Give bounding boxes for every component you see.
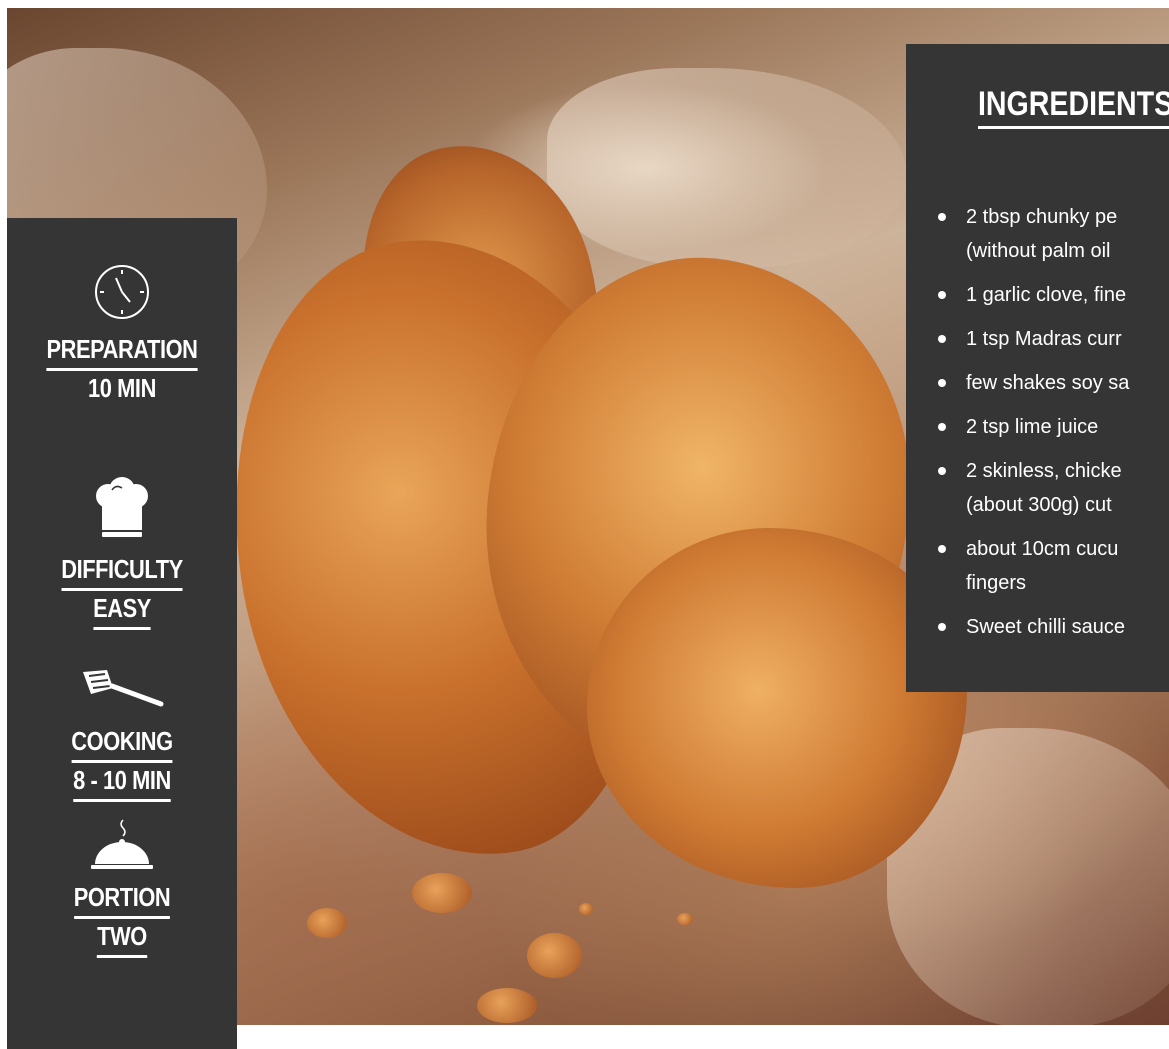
ingredient-item: about 10cm cucu fingers	[936, 532, 1169, 600]
recipe-info-panel: PREPARATION 10 MIN DIFFICULTY EASY COOKI…	[7, 218, 237, 1049]
crumb	[527, 933, 582, 978]
crumb	[579, 903, 593, 915]
paper-fold	[547, 68, 907, 268]
crumb	[677, 913, 693, 925]
preparation-value: 10 MIN	[88, 373, 156, 403]
ingredients-list: 2 tbsp chunky pe (without palm oil 1 gar…	[936, 200, 1169, 654]
cloche-icon	[91, 819, 153, 869]
ingredient-item: 2 tsp lime juice	[936, 410, 1169, 444]
chef-hat-icon	[96, 477, 148, 537]
cooking-block: COOKING 8 - 10 MIN	[7, 666, 237, 802]
ingredient-item: 1 tsp Madras curr	[936, 322, 1169, 356]
ingredients-panel: INGREDIENTS 2 tbsp chunky pe (without pa…	[906, 44, 1169, 692]
ingredient-item: 2 tbsp chunky pe (without palm oil	[936, 200, 1169, 268]
portion-block: PORTION TWO	[7, 818, 237, 958]
difficulty-value: EASY	[25, 591, 218, 630]
ingredient-item: Sweet chilli sauce	[936, 610, 1169, 644]
ingredient-item: 2 skinless, chicke (about 300g) cut	[936, 454, 1169, 522]
cooking-label: COOKING	[25, 724, 218, 763]
difficulty-block: DIFFICULTY EASY	[7, 476, 237, 630]
ingredients-title: INGREDIENTS	[978, 84, 1169, 129]
ingredient-item: 1 garlic clove, fine	[936, 278, 1169, 312]
clock-icon	[95, 265, 149, 319]
spatula-icon	[83, 670, 164, 707]
ingredient-item: few shakes soy sa	[936, 366, 1169, 400]
preparation-label: PREPARATION	[25, 332, 218, 371]
portion-value: TWO	[25, 919, 218, 958]
crumb	[477, 988, 537, 1023]
crumb	[412, 873, 472, 913]
cooking-value: 8 - 10 MIN	[25, 763, 218, 802]
crumb	[307, 908, 347, 938]
difficulty-label: DIFFICULTY	[25, 552, 218, 591]
portion-label: PORTION	[25, 880, 218, 919]
preparation-block: PREPARATION 10 MIN	[7, 262, 237, 405]
